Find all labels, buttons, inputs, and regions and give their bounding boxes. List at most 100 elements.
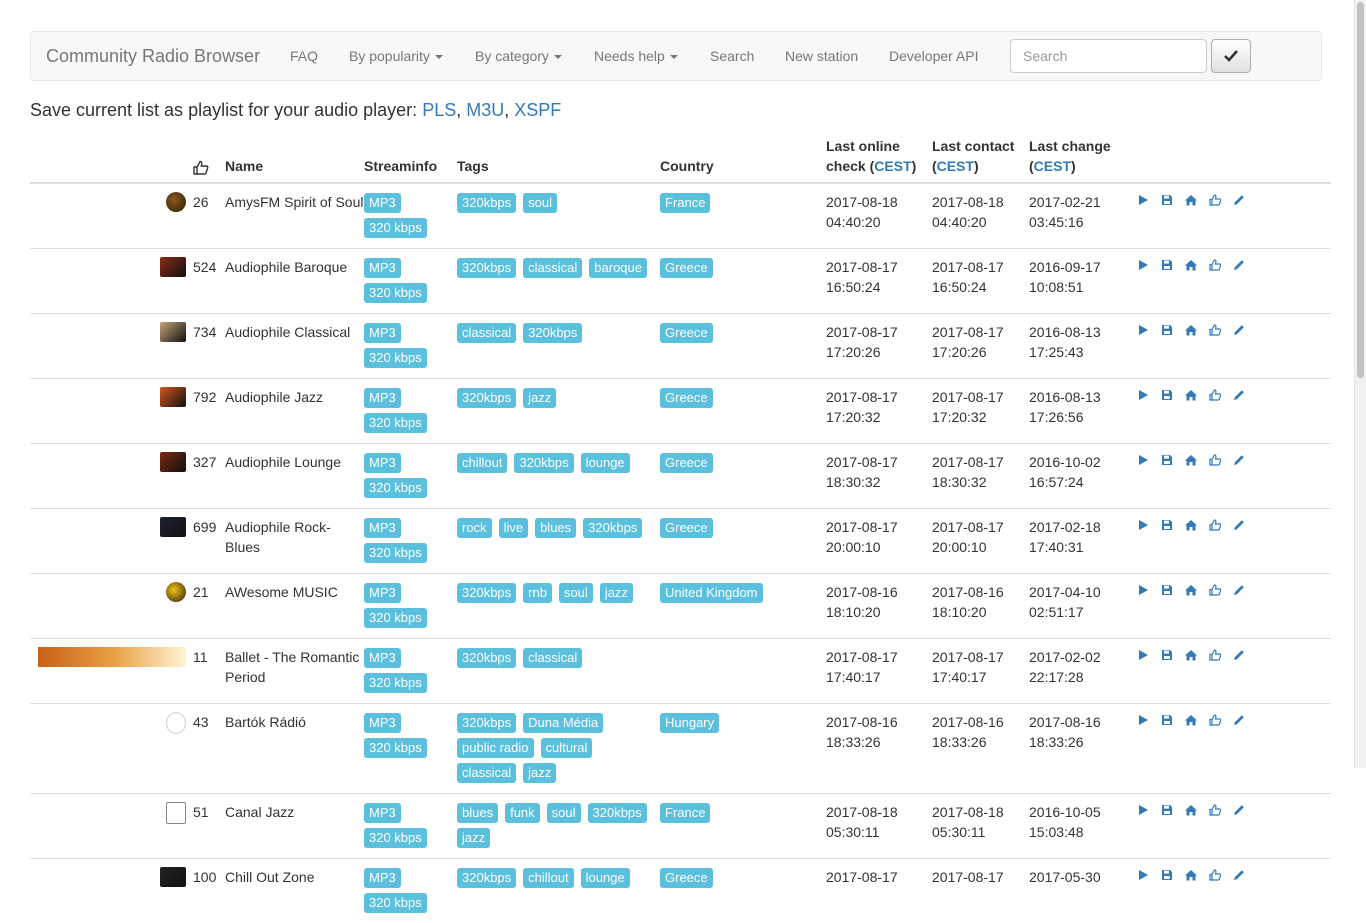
country-label[interactable]: United Kingdom: [660, 583, 763, 603]
save-icon[interactable]: [1161, 389, 1173, 401]
tag-label[interactable]: 320kbps: [457, 868, 516, 888]
tag-label[interactable]: 320kbps: [457, 258, 516, 278]
country-label[interactable]: Greece: [660, 323, 713, 343]
edit-icon[interactable]: [1233, 194, 1245, 206]
vote-icon[interactable]: [1209, 454, 1221, 466]
tag-label[interactable]: lounge: [581, 868, 630, 888]
tag-label[interactable]: baroque: [589, 258, 647, 278]
tag-label[interactable]: 320kbps: [514, 453, 573, 473]
save-icon[interactable]: [1161, 259, 1173, 271]
save-icon[interactable]: [1161, 714, 1173, 726]
save-icon[interactable]: [1161, 324, 1173, 336]
home-icon[interactable]: [1185, 649, 1197, 661]
tag-label[interactable]: cultural: [541, 738, 593, 758]
edit-icon[interactable]: [1233, 869, 1245, 881]
tag-label[interactable]: classical: [457, 763, 516, 783]
play-icon[interactable]: [1137, 649, 1149, 661]
tag-label[interactable]: 320kbps: [583, 518, 642, 538]
tag-label[interactable]: soul: [559, 583, 593, 603]
tag-label[interactable]: soul: [523, 193, 557, 213]
tag-label[interactable]: public radio: [457, 738, 534, 758]
edit-icon[interactable]: [1233, 714, 1245, 726]
cell-name[interactable]: Bartók Rádió: [225, 704, 364, 794]
vote-icon[interactable]: [1209, 389, 1221, 401]
edit-icon[interactable]: [1233, 324, 1245, 336]
home-icon[interactable]: [1185, 519, 1197, 531]
country-label[interactable]: Greece: [660, 258, 713, 278]
nav-by-category[interactable]: By category: [475, 48, 562, 64]
tag-label[interactable]: soul: [547, 803, 581, 823]
nav-needs-help[interactable]: Needs help: [594, 48, 678, 64]
search-input[interactable]: [1010, 39, 1207, 73]
edit-icon[interactable]: [1233, 259, 1245, 271]
tag-label[interactable]: jazz: [457, 828, 490, 848]
country-label[interactable]: Greece: [660, 518, 713, 538]
nav-new-station[interactable]: New station: [785, 48, 858, 64]
play-icon[interactable]: [1137, 714, 1149, 726]
country-label[interactable]: Greece: [660, 388, 713, 408]
save-icon[interactable]: [1161, 519, 1173, 531]
tag-label[interactable]: live: [499, 518, 529, 538]
home-icon[interactable]: [1185, 194, 1197, 206]
scrollbar-thumb[interactable]: [1357, 2, 1364, 378]
tag-label[interactable]: blues: [535, 518, 576, 538]
tag-label[interactable]: chillout: [457, 453, 507, 473]
vote-icon[interactable]: [1209, 649, 1221, 661]
save-icon[interactable]: [1161, 454, 1173, 466]
home-icon[interactable]: [1185, 869, 1197, 881]
tag-label[interactable]: classical: [457, 323, 516, 343]
save-icon[interactable]: [1161, 649, 1173, 661]
home-icon[interactable]: [1185, 389, 1197, 401]
edit-icon[interactable]: [1233, 519, 1245, 531]
play-icon[interactable]: [1137, 324, 1149, 336]
cell-name[interactable]: Ballet - The Romantic Period: [225, 639, 364, 704]
vote-icon[interactable]: [1209, 584, 1221, 596]
cell-name[interactable]: Chill Out Zone: [225, 859, 364, 923]
play-icon[interactable]: [1137, 259, 1149, 271]
playlist-pls-link[interactable]: PLS: [422, 100, 456, 120]
country-label[interactable]: Greece: [660, 453, 713, 473]
cell-name[interactable]: Audiophile Classical: [225, 314, 364, 379]
play-icon[interactable]: [1137, 454, 1149, 466]
country-label[interactable]: France: [660, 803, 710, 823]
vote-icon[interactable]: [1209, 324, 1221, 336]
country-label[interactable]: Greece: [660, 868, 713, 888]
playlist-m3u-link[interactable]: M3U: [466, 100, 504, 120]
nav-developer-api[interactable]: Developer API: [889, 48, 979, 64]
header-last-contact-tz-link[interactable]: CEST: [937, 158, 974, 174]
save-icon[interactable]: [1161, 584, 1173, 596]
edit-icon[interactable]: [1233, 389, 1245, 401]
cell-name[interactable]: AWesome MUSIC: [225, 574, 364, 639]
play-icon[interactable]: [1137, 584, 1149, 596]
vote-icon[interactable]: [1209, 194, 1221, 206]
save-icon[interactable]: [1161, 194, 1173, 206]
play-icon[interactable]: [1137, 869, 1149, 881]
country-label[interactable]: Hungary: [660, 713, 719, 733]
tag-label[interactable]: 320kbps: [457, 713, 516, 733]
home-icon[interactable]: [1185, 804, 1197, 816]
nav-faq[interactable]: FAQ: [290, 48, 318, 64]
tag-label[interactable]: classical: [523, 258, 582, 278]
header-last-check-tz-link[interactable]: CEST: [874, 158, 911, 174]
play-icon[interactable]: [1137, 519, 1149, 531]
cell-name[interactable]: Audiophile Jazz: [225, 379, 364, 444]
home-icon[interactable]: [1185, 324, 1197, 336]
edit-icon[interactable]: [1233, 584, 1245, 596]
tag-label[interactable]: rock: [457, 518, 492, 538]
search-submit-button[interactable]: [1211, 39, 1251, 73]
tag-label[interactable]: jazz: [523, 763, 556, 783]
tag-label[interactable]: chillout: [523, 868, 573, 888]
tag-label[interactable]: 320kbps: [457, 193, 516, 213]
header-country[interactable]: Country: [660, 136, 826, 183]
play-icon[interactable]: [1137, 194, 1149, 206]
save-icon[interactable]: [1161, 869, 1173, 881]
edit-icon[interactable]: [1233, 804, 1245, 816]
tag-label[interactable]: lounge: [581, 453, 630, 473]
cell-name[interactable]: Audiophile Lounge: [225, 444, 364, 509]
vote-icon[interactable]: [1209, 869, 1221, 881]
tag-label[interactable]: funk: [505, 803, 540, 823]
nav-search[interactable]: Search: [710, 48, 754, 64]
header-name[interactable]: Name: [225, 136, 364, 183]
vote-icon[interactable]: [1209, 259, 1221, 271]
tag-label[interactable]: 320kbps: [457, 583, 516, 603]
